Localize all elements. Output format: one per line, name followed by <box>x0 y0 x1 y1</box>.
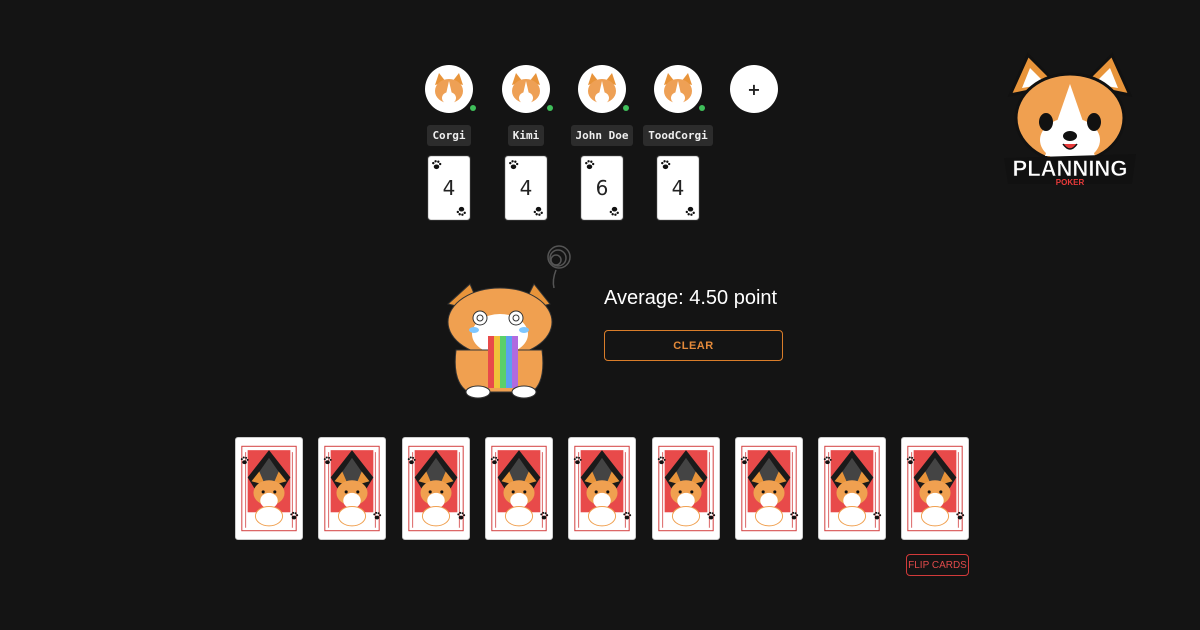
paw-icon <box>585 160 595 170</box>
online-status-dot <box>547 105 553 111</box>
player-avatar[interactable] <box>578 65 629 113</box>
corgi-avatar-icon <box>588 73 616 104</box>
corgi-card-back-icon <box>823 445 882 532</box>
players-row: Corgi 4 Kimi 4 John Doe 6 ToodCorgi 4 + <box>424 65 784 225</box>
player-seat: ToodCorgi 4 <box>633 65 723 220</box>
deck-card[interactable] <box>652 437 720 540</box>
vote-value: 6 <box>595 176 609 200</box>
corgi-card-back-icon <box>906 445 965 532</box>
online-status-dot <box>699 105 705 111</box>
online-status-dot <box>470 105 476 111</box>
corgi-card-back-icon <box>573 445 632 532</box>
player-name: Corgi <box>427 125 471 146</box>
player-vote-card: 6 <box>581 156 623 220</box>
player-avatar[interactable] <box>654 65 705 113</box>
average-result: Average: 4.50 point <box>604 287 778 309</box>
corgi-card-back-icon <box>657 445 716 532</box>
paw-icon <box>509 160 519 170</box>
online-status-dot <box>623 105 629 111</box>
player-name: ToodCorgi <box>643 125 713 146</box>
corgi-card-back-icon <box>240 445 299 532</box>
corgi-card-back-icon <box>490 445 549 532</box>
corgi-card-back-icon <box>407 445 466 532</box>
player-vote-card: 4 <box>428 156 470 220</box>
paw-icon <box>432 160 442 170</box>
player-vote-card: 4 <box>505 156 547 220</box>
deck-card[interactable] <box>568 437 636 540</box>
add-player-button[interactable]: + <box>730 65 778 113</box>
corgi-avatar-icon <box>664 73 692 104</box>
paw-icon <box>685 206 695 216</box>
deck-card[interactable] <box>402 437 470 540</box>
flip-cards-button[interactable]: FLIP CARDS <box>906 554 969 576</box>
paw-icon <box>533 206 543 216</box>
card-deck <box>235 437 970 540</box>
deck-card[interactable] <box>235 437 303 540</box>
corgi-avatar-icon <box>512 73 540 104</box>
player-name: Kimi <box>507 125 545 146</box>
deck-card[interactable] <box>818 437 886 540</box>
deck-card[interactable] <box>735 437 803 540</box>
deck-card[interactable] <box>901 437 969 540</box>
vote-value: 4 <box>671 176 685 200</box>
planning-poker-logo: PLANNING POKER <box>1004 52 1136 187</box>
paw-icon <box>456 206 466 216</box>
vote-value: 4 <box>442 176 456 200</box>
player-avatar[interactable] <box>425 65 476 113</box>
player-vote-card: 4 <box>657 156 699 220</box>
corgi-card-back-icon <box>740 445 799 532</box>
corgi-avatar-icon <box>435 73 463 104</box>
corgi-card-back-icon <box>323 445 382 532</box>
vote-value: 4 <box>519 176 533 200</box>
player-name: John Doe <box>570 125 634 146</box>
corgi-rainbow-mascot <box>446 245 571 399</box>
clear-button[interactable]: CLEAR <box>604 330 783 361</box>
paw-icon <box>609 206 619 216</box>
deck-card[interactable] <box>318 437 386 540</box>
paw-icon <box>661 160 671 170</box>
deck-card[interactable] <box>485 437 553 540</box>
player-avatar[interactable] <box>502 65 553 113</box>
logo-subtitle: POKER <box>1056 178 1085 187</box>
